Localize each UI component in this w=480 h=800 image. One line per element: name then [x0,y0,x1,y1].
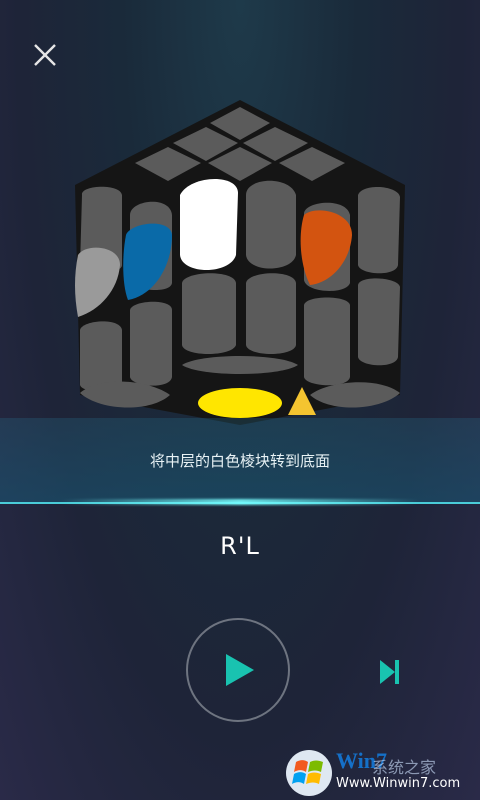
play-icon [226,654,254,686]
skip-next-button[interactable] [378,658,402,686]
yellow-sticker [198,388,282,418]
skip-next-icon [380,660,399,684]
instruction-text: 将中层的白色棱块转到底面 [149,452,330,470]
close-icon [34,44,56,66]
play-button[interactable] [186,618,290,722]
white-sticker [180,178,238,270]
watermark: Win7 系统之家 Www.Winwin7.com [280,744,480,800]
watermark-suffix: 系统之家 [372,758,437,777]
move-notation: R'L [220,532,260,560]
rubiks-cube-illustration [75,100,405,425]
rubiks-cube-3d-view[interactable] [60,95,420,425]
watermark-url: Www.Winwin7.com [336,776,461,791]
windows-logo-icon [286,750,332,796]
banner-glow-line [60,499,420,505]
close-button[interactable] [30,40,60,70]
